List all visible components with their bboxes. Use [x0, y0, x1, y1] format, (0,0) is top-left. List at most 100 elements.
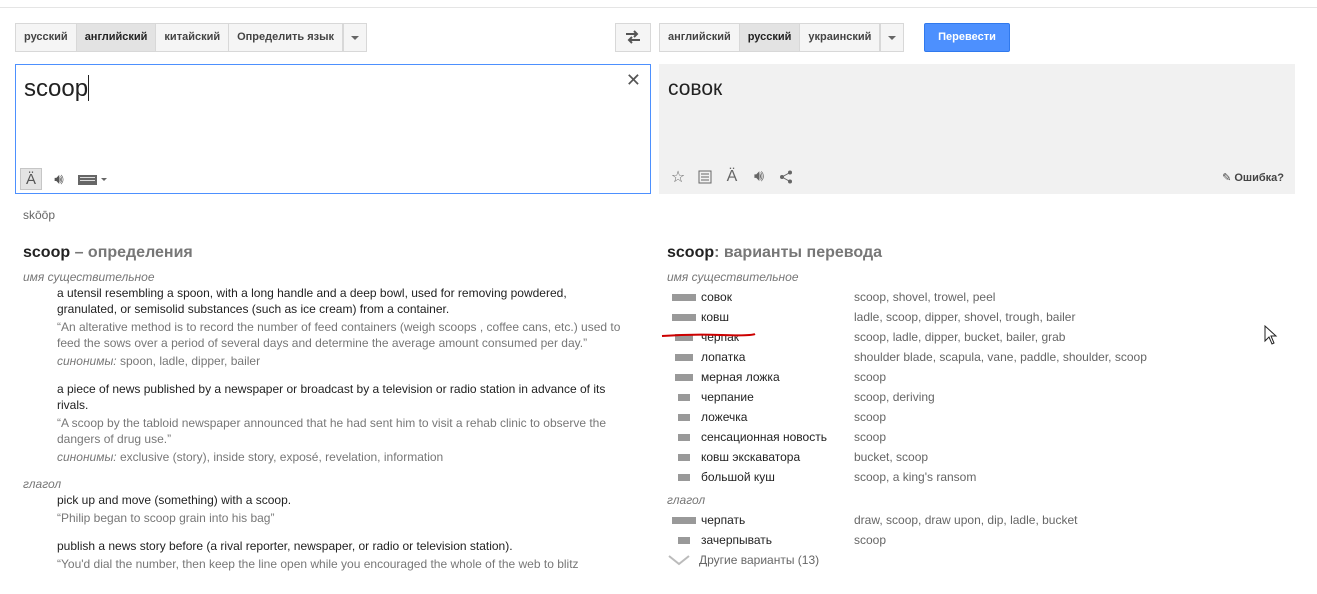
source-lang-chinese[interactable]: китайский — [155, 23, 229, 52]
source-language-bar: русский английский китайский Определить … — [15, 23, 367, 52]
frequency-bar — [675, 353, 693, 361]
target-lang-russian[interactable]: русский — [738, 23, 800, 52]
translation-row: черпак scoop, ladle, dipper, bucket, bail… — [667, 327, 1287, 347]
definition-item: a piece of news published by a newspaper… — [57, 382, 607, 464]
pencil-icon: ✎ — [1222, 172, 1232, 184]
frequency-bar-wrap — [667, 536, 701, 544]
frequency-bar-wrap — [667, 293, 701, 301]
frequency-bar-wrap — [667, 313, 701, 321]
frequency-bar-wrap — [667, 353, 701, 361]
translation-row: черпать draw, scoop, draw upon, dip, ladl… — [667, 510, 1287, 530]
translation-word[interactable]: лопатка — [701, 350, 854, 364]
keyboard-icon[interactable] — [76, 168, 110, 190]
reverse-translations: scoop — [854, 430, 887, 444]
swap-icon — [626, 30, 640, 44]
report-error-button[interactable]: ✎ Ошибка? — [1222, 171, 1284, 184]
translation-word[interactable]: черпание — [701, 390, 854, 404]
detect-language-button[interactable]: Определить язык — [228, 23, 343, 52]
translation-word[interactable]: черпать — [701, 513, 854, 527]
translation-variants-panel: scoop: варианты перевода имя существител… — [667, 244, 1287, 567]
verb-translation-list: черпать draw, scoop, draw upon, dip, ladl… — [667, 510, 1287, 550]
reverse-translations: scoop, deriving — [854, 390, 935, 404]
translate-button[interactable]: Перевести — [924, 23, 1010, 52]
translation-row: ковш ladle, scoop, dipper, shovel, trough… — [667, 307, 1287, 327]
translation-row: ложечка scoop — [667, 407, 1287, 427]
target-lang-ukrainian[interactable]: украинский — [799, 23, 881, 52]
reverse-translations: shoulder blade, scapula, vane, paddle, s… — [854, 350, 1147, 364]
translation-text[interactable]: совок — [668, 77, 722, 101]
star-icon[interactable]: ☆ — [667, 166, 689, 188]
frequency-bar-wrap — [667, 453, 701, 461]
frequency-bar — [672, 516, 696, 524]
translation-word[interactable]: ковш экскаватора — [701, 450, 854, 464]
frequency-bar-wrap — [667, 473, 701, 481]
source-lang-russian[interactable]: русский — [15, 23, 76, 52]
frequency-bar — [678, 433, 690, 441]
translation-word[interactable]: мерная ложка — [701, 370, 854, 384]
transliteration-icon[interactable]: Ä — [721, 166, 743, 188]
translation-word[interactable]: большой куш — [701, 470, 854, 484]
source-lang-dropdown[interactable] — [343, 23, 367, 52]
translation-row: черпание scoop, deriving — [667, 387, 1287, 407]
frequency-bar — [672, 313, 696, 321]
text-caret — [88, 75, 90, 101]
frequency-bar-wrap — [667, 516, 701, 524]
frequency-bar — [675, 373, 693, 381]
translation-word[interactable]: ковш — [701, 310, 854, 324]
translation-word[interactable]: ложечка — [701, 410, 854, 424]
pos-label: имя существительное — [667, 270, 799, 284]
target-lang-dropdown[interactable] — [880, 23, 905, 52]
source-text[interactable]: scoop — [24, 75, 90, 103]
noun-translation-list: совок scoop, shovel, trowel, peel ковш ladl… — [667, 287, 1287, 487]
source-toolbar: Ä 🔊︎ — [20, 168, 110, 190]
reverse-translations: ladle, scoop, dipper, shovel, trough, ba… — [854, 310, 1076, 324]
share-icon[interactable] — [775, 166, 797, 188]
translation-row: большой куш scoop, a king's ransom — [667, 467, 1287, 487]
frequency-bar — [678, 473, 690, 481]
variants-title: scoop: варианты перевода — [667, 244, 883, 261]
translation-row: лопатка shoulder blade, scapula, vane, pa… — [667, 347, 1287, 367]
definitions-title: scoop – определения — [23, 244, 193, 261]
translation-word[interactable]: сенсационная новость — [701, 430, 854, 444]
definition-item: pick up and move (something) with a scoo… — [57, 493, 292, 525]
frequency-bar — [678, 413, 690, 421]
pos-label: глагол — [23, 477, 62, 491]
chevron-down-icon — [668, 555, 690, 566]
frequency-bar-wrap — [667, 433, 701, 441]
translation-result-area: совок ☆ Ä 🔊︎ ✎ Ошибка? — [659, 64, 1295, 194]
source-lang-english[interactable]: английский — [75, 23, 156, 52]
phonetic-transcription: skōōp — [23, 208, 56, 222]
speaker-icon[interactable]: 🔊︎ — [48, 168, 70, 190]
translation-word[interactable]: зачерпывать — [701, 533, 854, 547]
transliteration-icon[interactable]: Ä — [20, 168, 42, 190]
frequency-bar — [678, 393, 690, 401]
frequency-bar — [678, 536, 690, 544]
translation-row: совок scoop, shovel, trowel, peel — [667, 287, 1287, 307]
translation-row: сенсационная новость scoop — [667, 427, 1287, 447]
frequency-bar-wrap — [667, 373, 701, 381]
speaker-icon[interactable]: 🔊︎ — [748, 166, 770, 188]
reverse-translations: bucket, scoop — [854, 450, 929, 464]
target-lang-english[interactable]: английский — [659, 23, 739, 52]
frequency-bar-wrap — [667, 413, 701, 421]
definitions-panel: scoop – определения имя существительное … — [23, 244, 623, 572]
reverse-translations: draw, scoop, draw upon, dip, ladle, buck… — [854, 513, 1078, 527]
top-divider — [0, 7, 1317, 8]
swap-languages-button[interactable] — [615, 23, 651, 52]
frequency-bar — [678, 453, 690, 461]
definition-item: a utensil resembling a spoon, with a lon… — [57, 286, 621, 368]
reverse-translations: scoop, ladle, dipper, bucket, bailer, gr… — [854, 330, 1066, 344]
more-variants-button[interactable]: Другие варианты (13) — [667, 553, 1287, 567]
clear-icon[interactable]: ✕ — [626, 70, 641, 91]
reverse-translations: scoop, a king's ransom — [854, 470, 977, 484]
pos-label: имя существительное — [23, 270, 155, 284]
translation-row: зачерпывать scoop — [667, 530, 1287, 550]
select-text-icon[interactable] — [694, 166, 716, 188]
mouse-cursor-icon — [1264, 325, 1278, 345]
target-language-bar: английский русский украинский — [659, 23, 905, 52]
reverse-translations: scoop, shovel, trowel, peel — [854, 290, 996, 304]
reverse-translations: scoop — [854, 533, 887, 547]
source-text-area[interactable]: scoop ✕ Ä 🔊︎ — [15, 64, 651, 194]
translation-toolbar: ☆ Ä 🔊︎ — [667, 166, 797, 188]
translation-word[interactable]: совок — [701, 290, 854, 304]
